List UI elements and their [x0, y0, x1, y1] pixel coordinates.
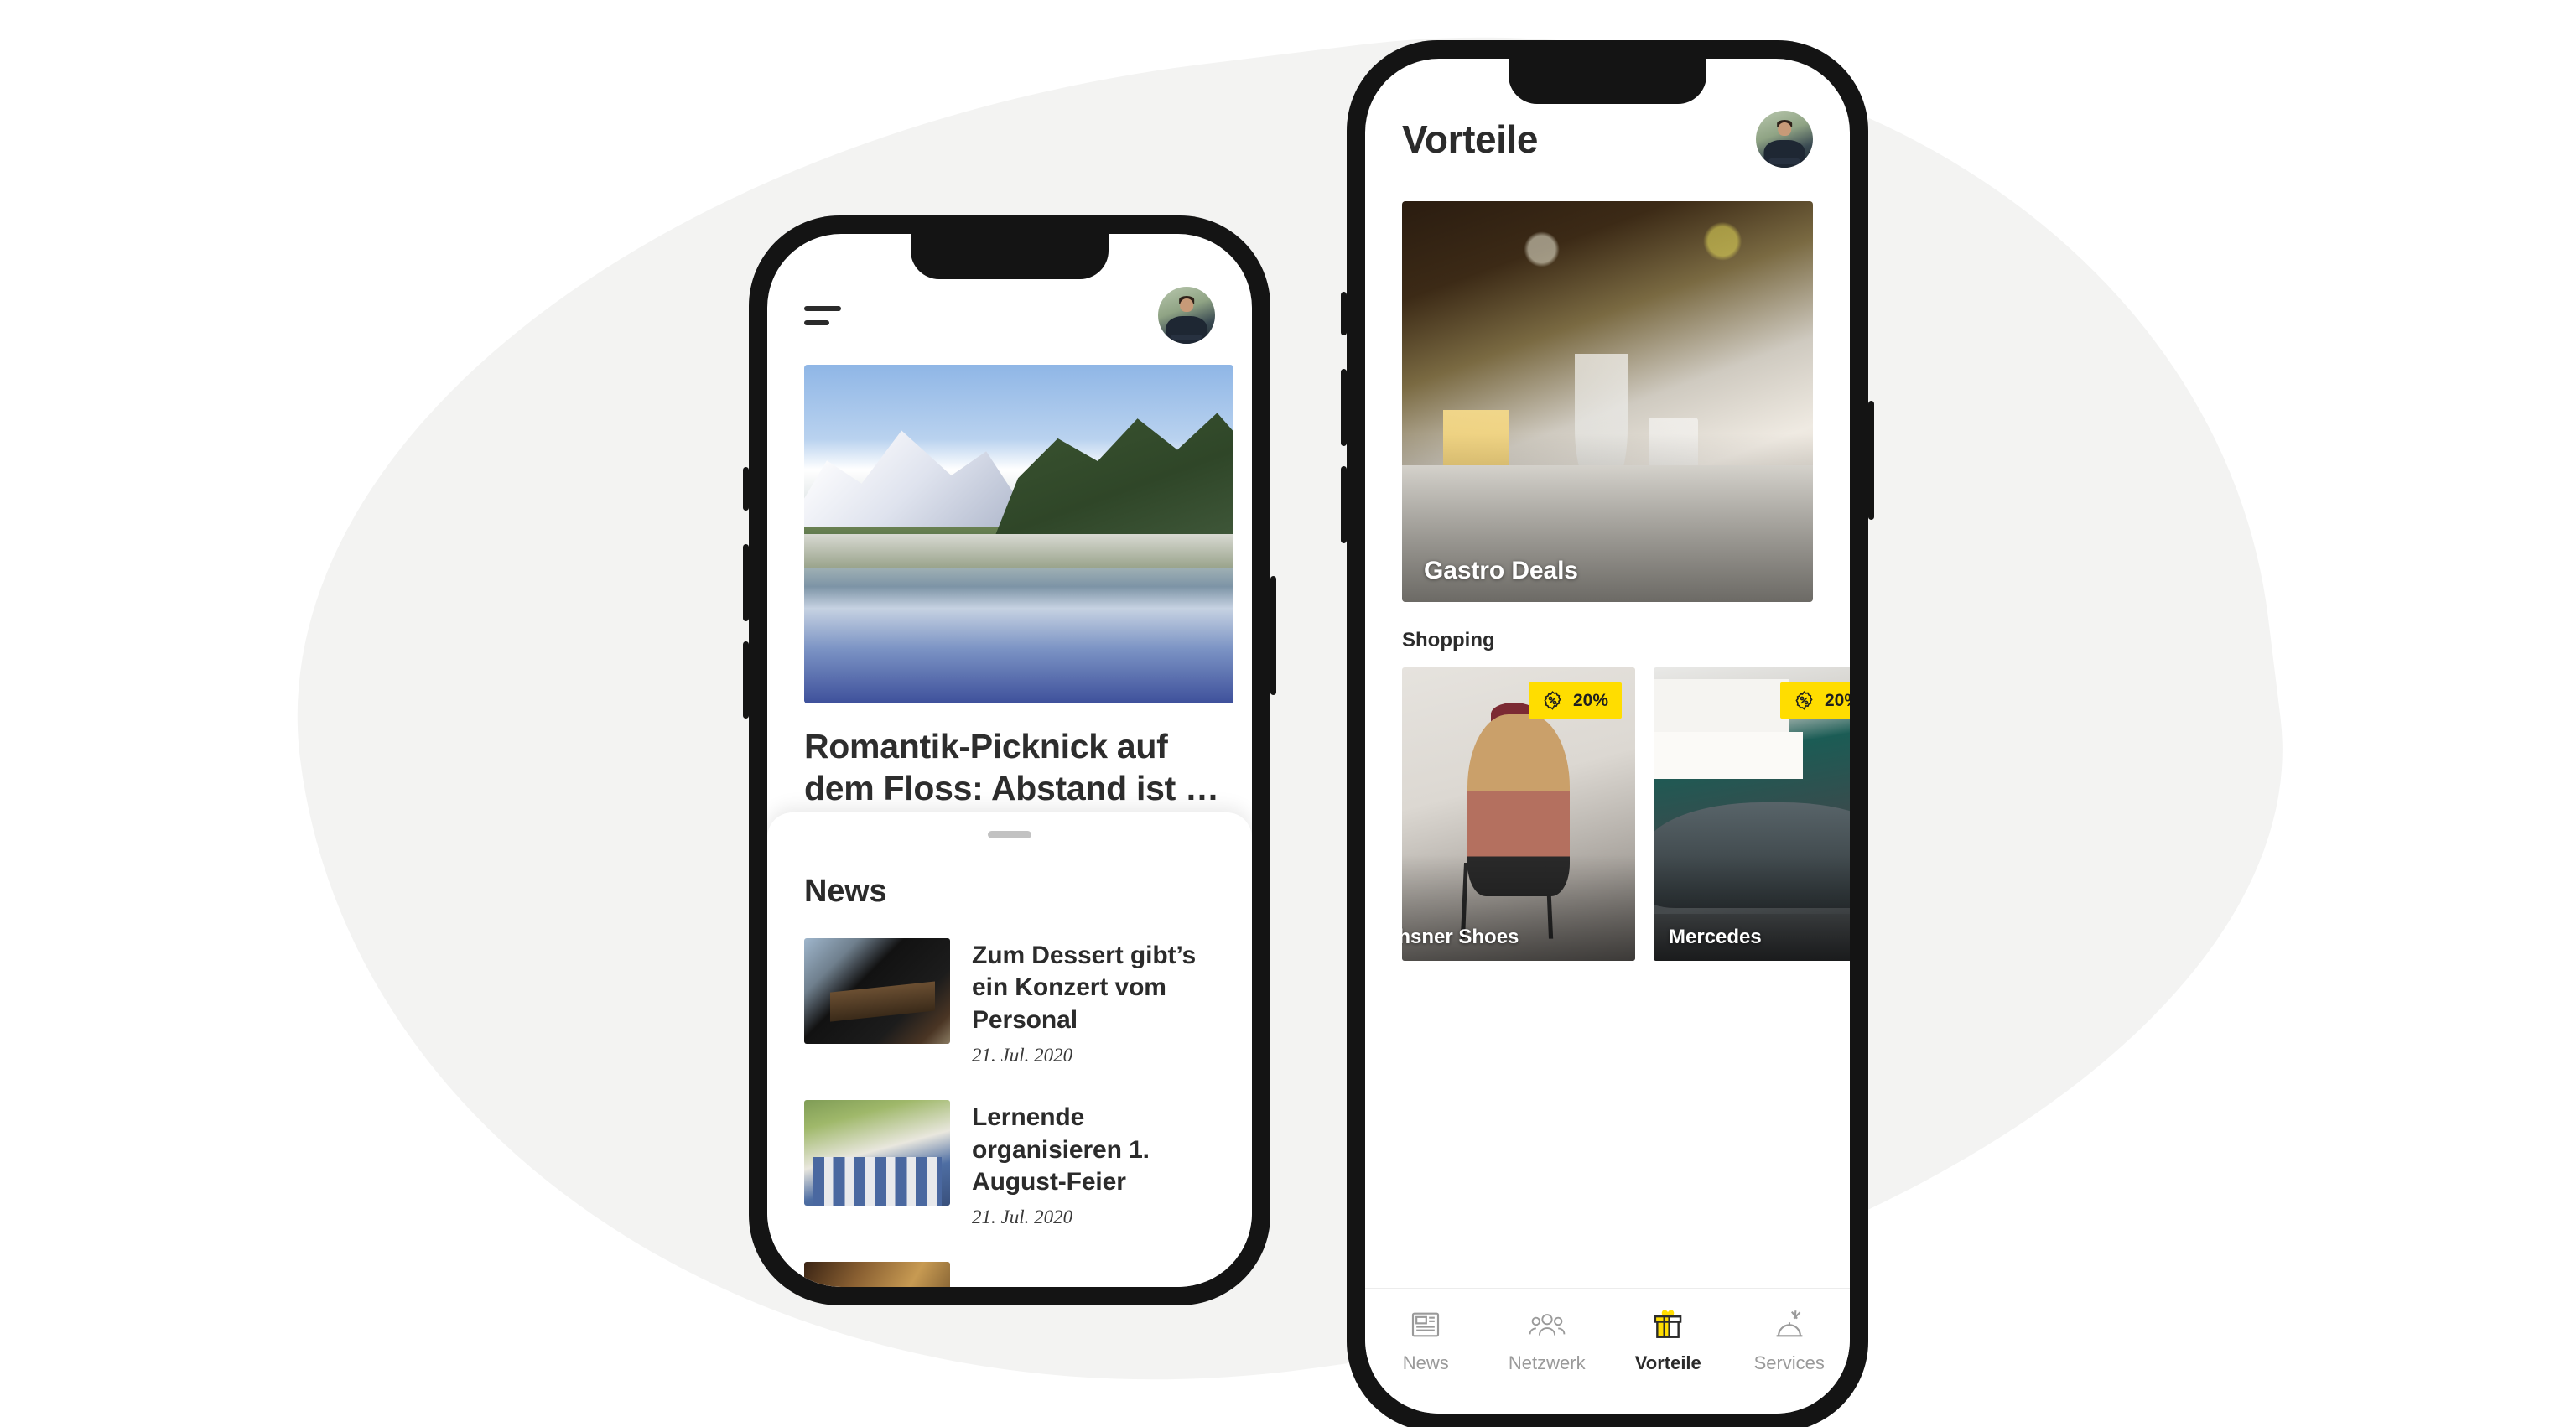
newspaper-icon	[1409, 1305, 1442, 1344]
power-button[interactable]	[1868, 401, 1874, 520]
news-section-title: News	[804, 874, 887, 909]
discount-badge-value: 20%	[1824, 690, 1850, 710]
nav-item-news[interactable]: News	[1370, 1305, 1481, 1374]
gastro-deals-label: Gastro Deals	[1424, 557, 1578, 584]
shopping-card-label: Mercedes	[1669, 926, 1762, 948]
phone-left-screen: Romantik-Picknick auf dem Floss: Abstand…	[767, 234, 1252, 1287]
room-service-bell-icon	[1772, 1305, 1807, 1344]
list-item-date: 21. Jul. 2020	[972, 1045, 1073, 1066]
avatar-head	[1778, 122, 1791, 136]
avatar[interactable]	[1756, 111, 1813, 168]
volume-up-button[interactable]	[743, 544, 749, 621]
page-title: Vorteile	[1402, 117, 1539, 161]
background-blob	[229, 0, 2345, 1427]
shopping-card-mercedes[interactable]: 20% Mercedes	[1654, 667, 1850, 961]
nav-item-netzwerk[interactable]: Netzwerk	[1492, 1305, 1602, 1374]
wood-interior-photo	[804, 1262, 950, 1287]
list-item[interactable]: Lernende organisieren 1. August-Feier 21…	[767, 1100, 1252, 1228]
nav-label: Services	[1753, 1352, 1825, 1373]
drag-handle[interactable]	[988, 831, 1031, 838]
list-item[interactable]	[767, 1262, 1252, 1287]
grand-piano-photo	[804, 938, 950, 1044]
discount-badge: 20%	[1779, 682, 1850, 719]
discount-badge-value: 20%	[1572, 690, 1608, 710]
power-button[interactable]	[1270, 576, 1276, 695]
gastro-deals-card[interactable]: Gastro Deals	[1402, 201, 1813, 602]
avatar[interactable]	[1158, 287, 1215, 344]
hamburger-icon[interactable]	[804, 305, 841, 325]
nav-item-vorteile[interactable]: Vorteile	[1613, 1305, 1723, 1374]
lake-mountain-village-photo	[804, 365, 1233, 703]
nav-label: Vorteile	[1634, 1352, 1701, 1373]
percent-seal-icon	[1794, 690, 1815, 711]
avatar-arms	[1768, 158, 1801, 164]
shopping-section-title: Shopping	[1402, 629, 1495, 651]
shopping-card-ochsner-shoes[interactable]: 20% chsner Shoes	[1402, 667, 1635, 961]
phone-right-device: Vorteile Gastro Deals Shopping 20% hsner…	[1341, 40, 1874, 1427]
gift-icon	[1650, 1305, 1685, 1344]
phone-right-screen: Vorteile Gastro Deals Shopping 20% hsner…	[1365, 59, 1850, 1414]
mute-switch[interactable]	[1341, 292, 1347, 335]
list-item[interactable]: Zum Dessert gibt’s ein Konzert vom Perso…	[767, 938, 1252, 1066]
discount-badge: 20%	[1528, 682, 1622, 719]
list-item-date: 21. Jul. 2020	[972, 1206, 1073, 1228]
hero-card-title: Romantik-Picknick auf dem Floss: Abstand…	[804, 727, 1219, 808]
phone-left-device: Romantik-Picknick auf dem Floss: Abstand…	[743, 215, 1276, 1305]
news-list: Zum Dessert gibt’s ein Konzert vom Perso…	[767, 938, 1252, 1287]
hero-card-1[interactable]: Romantik-Picknick auf dem Floss: Abstand…	[804, 365, 1233, 844]
list-item-title: Zum Dessert gibt’s ein Konzert vom Perso…	[972, 942, 1197, 1034]
percent-seal-icon	[1542, 690, 1563, 711]
left-hero-carousel[interactable]: Romantik-Picknick auf dem Floss: Abstand…	[767, 365, 1252, 844]
people-group-icon	[1529, 1305, 1566, 1344]
shopping-card-label: chsner Shoes	[1402, 926, 1519, 948]
volume-up-button[interactable]	[1341, 369, 1347, 446]
volume-down-button[interactable]	[743, 641, 749, 719]
avatar-head	[1180, 298, 1193, 312]
nav-label: Netzwerk	[1508, 1352, 1586, 1373]
group-of-apprentices-photo	[804, 1100, 950, 1206]
vorteile-content: Gastro Deals Shopping 20% hsner Shoes 20…	[1365, 201, 1850, 961]
list-item-title: Lernende organisieren 1. August-Feier	[972, 1103, 1150, 1196]
volume-down-button[interactable]	[1341, 466, 1347, 543]
news-bottom-sheet[interactable]: News Zum Dessert gibt’s ein Konzert vom …	[767, 812, 1252, 1287]
bottom-navigation: News Netzwerk Vorteile Services	[1365, 1288, 1850, 1414]
shopping-cards: 20% chsner Shoes	[1402, 667, 1850, 961]
mute-switch[interactable]	[743, 467, 749, 511]
avatar-arms	[1170, 335, 1203, 340]
notch	[911, 234, 1109, 279]
canvas: Romantik-Picknick auf dem Floss: Abstand…	[0, 0, 2576, 1427]
nav-item-services[interactable]: Services	[1734, 1305, 1845, 1374]
nav-label: News	[1402, 1352, 1449, 1373]
notch	[1509, 59, 1706, 104]
